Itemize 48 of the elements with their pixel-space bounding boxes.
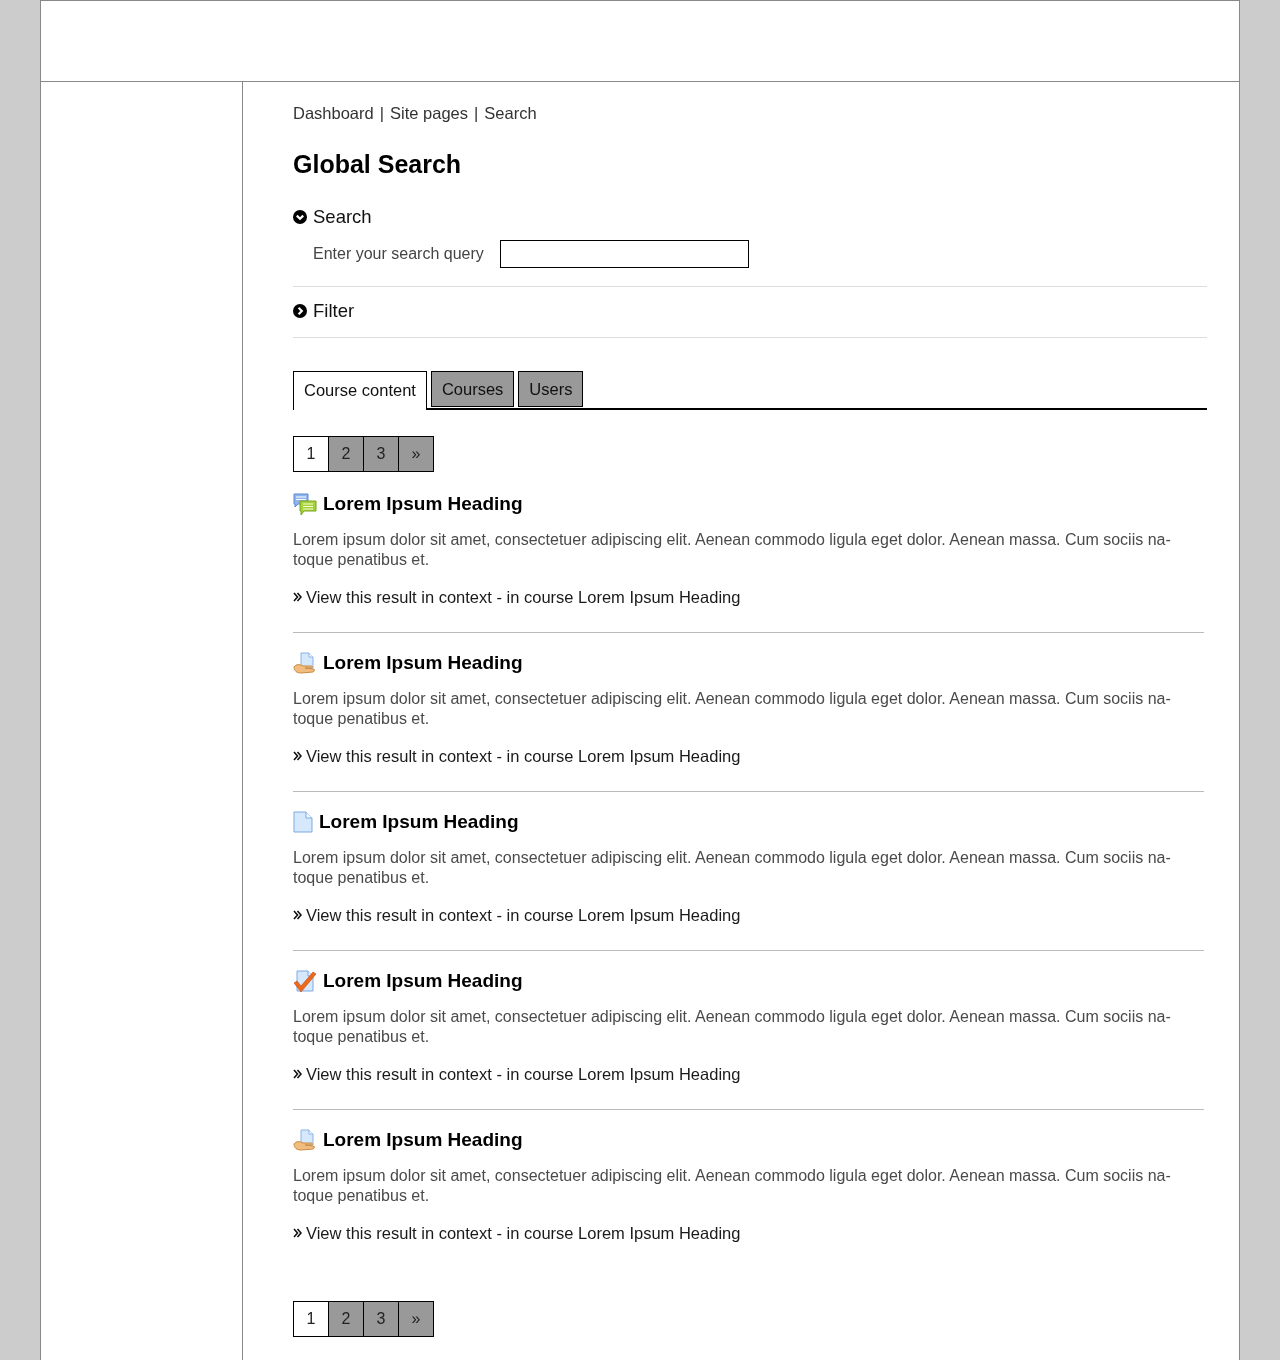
result-heading-link[interactable]: Lorem Ipsum Heading [323,1125,523,1155]
context-link[interactable]: View this result in context - in course Lorem Ipsum Heading [293,587,741,607]
context-link[interactable]: View this result in context - in course Lorem Ipsum Heading [293,905,741,925]
result-snippet: Lorem ipsum dolor sit amet, consectetuer adipiscing elit. Aenean commodo ligula eget dolor. Aenean massa. Cum sociis na- toque penatibus et. [293,848,1172,888]
tab[interactable]: Users [518,371,584,407]
page-button[interactable]: » [398,1301,434,1337]
result-heading-link[interactable]: Lorem Ipsum Heading [323,648,523,678]
page-button[interactable]: 2 [328,436,364,472]
result-snippet: Lorem ipsum dolor sit amet, consectetuer adipiscing elit. Aenean commodo ligula eget dolor. Aenean massa. Cum sociis na- toque penatibus et. [293,1166,1172,1206]
speech-bubbles-icon [293,492,317,516]
context-link[interactable]: View this result in context - in course Lorem Ipsum Heading [293,1064,741,1084]
breadcrumb-link[interactable]: Site pages [390,100,468,126]
page-button[interactable]: 2 [328,1301,364,1337]
result-snippet: Lorem ipsum dolor sit amet, consectetuer adipiscing elit. Aenean commodo ligula eget dolor. Aenean massa. Cum sociis na- toque penatibus et. [293,530,1172,570]
page-button[interactable]: 3 [363,436,399,472]
context-link[interactable]: View this result in context - in course Lorem Ipsum Heading [293,746,741,766]
tab[interactable]: Courses [430,371,515,407]
double-chevron-icon [293,751,302,761]
chevron-right-circle-icon [293,304,307,318]
result-snippet: Lorem ipsum dolor sit amet, consectetuer adipiscing elit. Aenean commodo ligula eget dolor. Aenean massa. Cum sociis na- toque penatibus et. [293,689,1172,729]
page-button[interactable]: 3 [363,1301,399,1337]
page-button[interactable]: 1 [293,436,329,472]
result-heading-link[interactable]: Lorem Ipsum Heading [323,489,523,519]
context-link[interactable]: View this result in context - in course Lorem Ipsum Heading [293,1223,741,1243]
double-chevron-icon [293,1228,302,1238]
section-toggle[interactable]: Filter [293,299,355,323]
breadcrumb-link[interactable]: Search [484,100,537,126]
hand-with-document-icon [293,1129,317,1151]
document-check-icon [293,969,317,993]
result-heading-link[interactable]: Lorem Ipsum Heading [319,807,519,837]
result-heading-link[interactable]: Lorem Ipsum Heading [323,966,523,996]
chevron-down-circle-icon [293,210,307,224]
page-button[interactable]: » [398,436,434,472]
result-snippet: Lorem ipsum dolor sit amet, consectetuer adipiscing elit. Aenean commodo ligula eget dolor. Aenean massa. Cum sociis na- toque penatibus et. [293,1007,1172,1047]
page-title: Global Search [293,149,463,180]
document-icon [293,811,313,833]
double-chevron-icon [293,592,302,602]
double-chevron-icon [293,1069,302,1079]
search-field[interactable] [499,240,749,268]
breadcrumb-separator: | [379,102,385,124]
tab[interactable]: Course content [293,371,427,410]
section-toggle[interactable]: Search [293,205,372,229]
double-chevron-icon [293,910,302,920]
page-button[interactable]: 1 [293,1301,329,1337]
breadcrumb-link[interactable]: Dashboard [293,100,374,126]
breadcrumb-separator: | [474,102,479,124]
field-label: Enter your search query [313,244,484,264]
hand-with-document-icon [293,652,317,674]
